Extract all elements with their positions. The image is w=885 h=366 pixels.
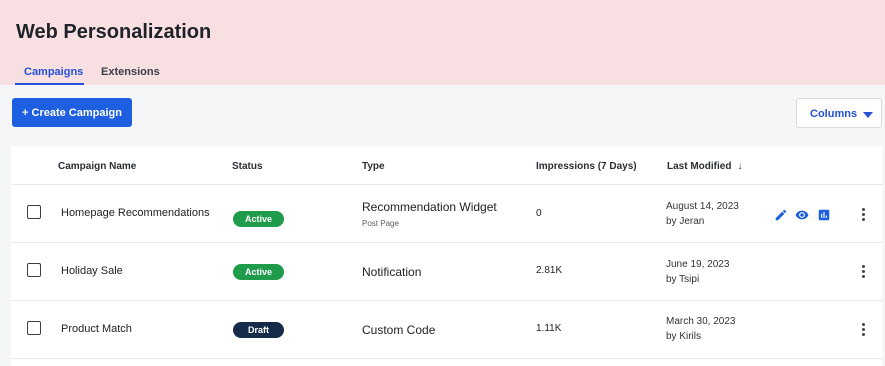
- last-modified: August 14, 2023 by Jeran: [666, 199, 739, 229]
- eye-icon[interactable]: [794, 208, 810, 222]
- last-modified: June 19, 2023 by Tsipi: [666, 257, 729, 287]
- last-modified-date: June 19, 2023: [666, 259, 730, 270]
- row-menu-icon[interactable]: [859, 323, 867, 337]
- row-divider: [11, 242, 882, 243]
- chart-icon[interactable]: [817, 208, 831, 222]
- tab-extensions[interactable]: Extensions: [101, 66, 160, 78]
- create-campaign-button[interactable]: + Create Campaign: [12, 98, 132, 127]
- column-header-impressions[interactable]: Impressions (7 Days): [536, 161, 637, 172]
- status-badge: Active: [233, 264, 284, 280]
- campaign-name[interactable]: Product Match: [61, 323, 132, 335]
- campaign-type: Recommendation Widget: [362, 200, 497, 214]
- row-checkbox[interactable]: [27, 205, 41, 219]
- campaign-type: Notification: [362, 265, 422, 279]
- last-modified: March 30, 2023 by Kirils: [666, 314, 736, 344]
- tab-campaigns[interactable]: Campaigns: [24, 66, 83, 78]
- row-menu-icon[interactable]: [859, 208, 867, 222]
- pencil-icon[interactable]: [774, 208, 788, 222]
- page-title: Web Personalization: [16, 21, 212, 43]
- sort-down-icon: ↓: [737, 161, 743, 172]
- page-header: Web Personalization Campaigns Extensions: [0, 0, 885, 85]
- last-modified-by: by Tsipi: [666, 274, 700, 285]
- column-header-status[interactable]: Status: [232, 161, 263, 172]
- row-checkbox[interactable]: [27, 321, 41, 335]
- campaign-name[interactable]: Holiday Sale: [61, 265, 123, 277]
- columns-button-label: Columns: [810, 108, 858, 120]
- status-badge: Active: [233, 211, 284, 227]
- last-modified-by: by Kirils: [666, 331, 702, 342]
- column-header-type[interactable]: Type: [362, 161, 385, 172]
- campaign-type: Custom Code: [362, 323, 436, 337]
- status-badge: Draft: [233, 322, 284, 338]
- impressions-value: 2.81K: [536, 265, 563, 276]
- columns-dropdown-button[interactable]: Columns: [796, 98, 882, 128]
- last-modified-by: by Jeran: [666, 216, 705, 227]
- impressions-value: 0: [536, 208, 542, 219]
- column-header-last-modified[interactable]: Last Modified ↓: [667, 161, 742, 172]
- last-modified-date: August 14, 2023: [666, 201, 739, 212]
- row-menu-icon[interactable]: [859, 265, 867, 279]
- impressions-value: 1.11K: [536, 323, 562, 334]
- campaigns-table: Campaign Name Status Type Impressions (7…: [11, 146, 882, 366]
- campaign-subtype: Post Page: [362, 219, 399, 228]
- column-header-last-modified-label: Last Modified: [667, 161, 732, 172]
- caret-down-icon: [863, 112, 873, 118]
- row-checkbox[interactable]: [27, 263, 41, 277]
- column-header-campaign-name[interactable]: Campaign Name: [58, 161, 136, 172]
- last-modified-date: March 30, 2023: [666, 316, 736, 327]
- row-divider: [11, 184, 882, 185]
- row-divider: [11, 300, 882, 301]
- active-tab-indicator: [15, 83, 84, 85]
- campaign-name[interactable]: Homepage Recommendations: [61, 207, 210, 219]
- row-divider: [11, 358, 882, 359]
